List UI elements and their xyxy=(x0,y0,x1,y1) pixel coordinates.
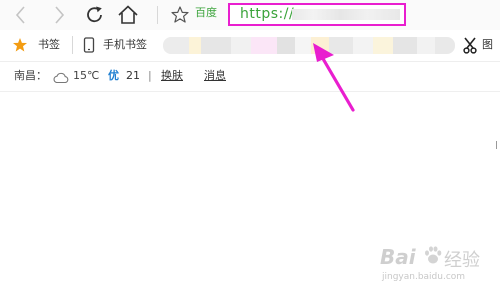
messages-link[interactable]: 消息 xyxy=(204,69,226,83)
bookmarks-star-icon xyxy=(12,37,28,57)
city-label: 南昌： xyxy=(14,69,47,82)
address-text: https:// xyxy=(240,6,295,22)
watermark-brand: Bai xyxy=(380,245,416,269)
cloud-icon xyxy=(52,69,70,88)
toolbar-separator xyxy=(157,6,158,24)
blurred-bookmarks-strip[interactable] xyxy=(163,37,455,54)
bookmarks-separator xyxy=(72,36,73,54)
phone-icon xyxy=(83,37,95,57)
screenshot-scissors-icon[interactable] xyxy=(462,36,478,54)
home-button[interactable] xyxy=(115,2,141,28)
favorite-button[interactable] xyxy=(170,5,190,25)
chevron-left-icon xyxy=(15,6,25,24)
star-outline-icon xyxy=(171,6,189,23)
aqi-value[interactable]: 21 xyxy=(126,69,140,83)
watermark: Bai 经验 jingyan.baidu.com xyxy=(378,241,496,291)
scrollbar-edge xyxy=(496,141,500,149)
home-icon xyxy=(118,5,138,24)
reload-icon xyxy=(87,6,102,23)
address-blurred-text xyxy=(292,9,400,20)
paw-icon xyxy=(425,246,442,264)
aqi-quality-label[interactable]: 优 xyxy=(108,69,119,83)
change-skin-link[interactable]: 换肤 xyxy=(161,69,183,83)
temperature-label: 15℃ xyxy=(73,69,100,82)
info-separator: | xyxy=(148,69,152,82)
header-divider xyxy=(0,91,500,92)
watermark-site: jingyan.baidu.com xyxy=(382,272,466,282)
screenshot-label[interactable]: 图 xyxy=(482,38,493,52)
reload-button[interactable] xyxy=(82,2,108,28)
forward-button[interactable] xyxy=(46,2,72,28)
back-button[interactable] xyxy=(8,2,34,28)
mobile-bookmarks-button[interactable]: 手机书签 xyxy=(103,38,147,52)
site-name-label: 百度 xyxy=(195,6,217,19)
bookmarks-button[interactable]: 书签 xyxy=(38,38,60,52)
chevron-right-icon xyxy=(55,6,65,24)
watermark-brand-suffix: 经验 xyxy=(444,250,480,271)
address-bar[interactable]: https:// xyxy=(228,3,406,26)
